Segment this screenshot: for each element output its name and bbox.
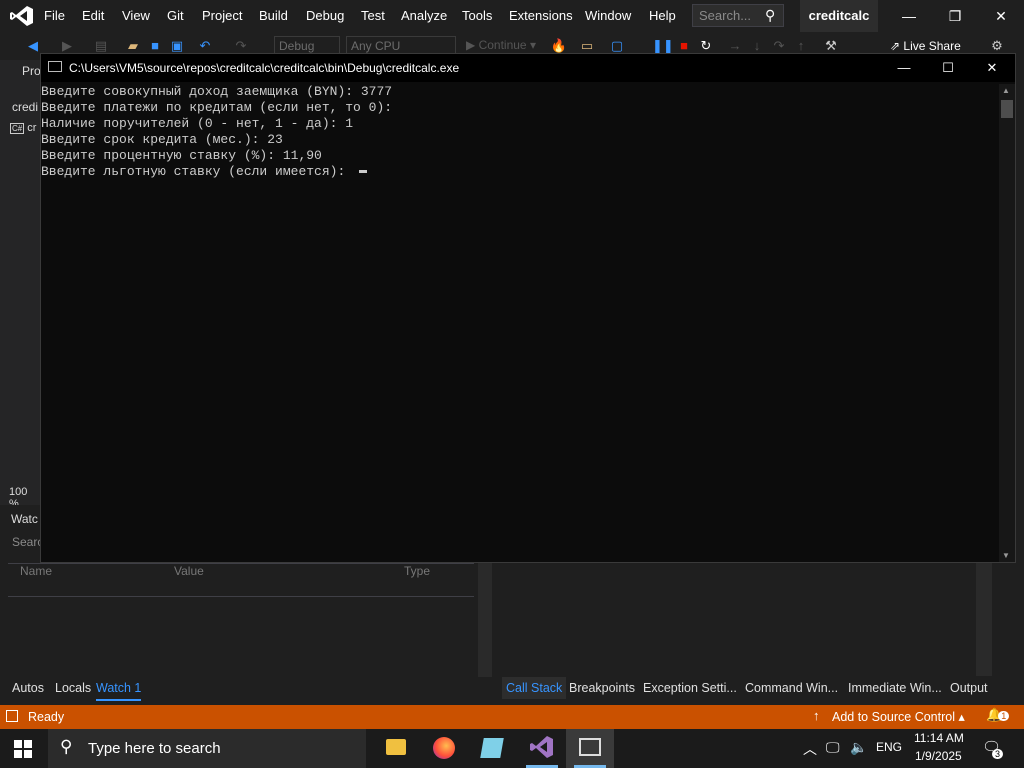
taskbar-search-box[interactable]: ⚲ Type here to search (48, 729, 366, 768)
clock-time[interactable]: 11:14 AM (914, 731, 964, 745)
console-input-line[interactable]: Введите льготную ставку (если имеется): (41, 164, 368, 180)
volume-muted-icon[interactable]: 🔈 (850, 739, 867, 756)
add-to-source-control-button[interactable]: Add to Source Control ▴ (832, 705, 965, 729)
console-taskbar-button[interactable] (566, 729, 614, 768)
console-title: C:\Users\VM5\source\repos\creditcalc\cre… (69, 61, 460, 75)
menu-test[interactable]: Test (361, 0, 385, 32)
watch-col-name[interactable]: Name (20, 564, 52, 578)
search-icon: ⚲ (765, 7, 776, 23)
continue-label: Continue (478, 38, 527, 52)
notepad-icon (480, 738, 504, 758)
watch-scrollbar[interactable] (478, 563, 492, 677)
tab-exception-settings[interactable]: Exception Setti... (643, 677, 737, 699)
scroll-thumb[interactable] (1001, 100, 1013, 118)
live-share-button[interactable]: ⇗ Live Share (890, 39, 961, 53)
status-bar: Ready ↑ Add to Source Control ▴ 🔔1 (0, 705, 1024, 729)
console-app-icon (48, 61, 62, 72)
firefox-icon (433, 737, 455, 759)
watch-search[interactable]: Searc (12, 535, 43, 549)
console-line: Введите платежи по кредитам (если нет, т… (41, 100, 393, 115)
menu-debug[interactable]: Debug (306, 0, 344, 32)
csharp-file-icon: C# (10, 123, 25, 134)
text-cursor (359, 170, 368, 174)
scroll-up-arrow-icon[interactable]: ▲ (1002, 86, 1010, 95)
console-line: Введите процентную ставку (%): 11,90 (41, 148, 322, 163)
continue-button[interactable]: ▶ Continue ▾ (466, 38, 536, 52)
document-tab[interactable]: credi (12, 100, 38, 114)
firefox-taskbar-button[interactable] (420, 729, 468, 768)
notification-bell-icon[interactable]: 🔔1 (986, 707, 1010, 723)
console-scrollbar[interactable]: ▲ ▼ (999, 84, 1015, 562)
menu-help[interactable]: Help (649, 0, 676, 32)
menu-file[interactable]: File (44, 0, 65, 32)
status-icon (6, 710, 18, 722)
file-tab-label: cr (27, 122, 37, 134)
menu-extensions[interactable]: Extensions (509, 0, 573, 32)
taskbar: ⚲ Type here to search ︿ 🖵 🔈 ENG 11:14 AM… (0, 729, 1024, 768)
console-maximize-button[interactable]: ☐ (925, 54, 971, 82)
menu-view[interactable]: View (122, 0, 150, 32)
file-explorer-taskbar-button[interactable] (372, 729, 420, 768)
console-prompt: Введите льготную ставку (если имеется): (41, 164, 354, 179)
menu-build[interactable]: Build (259, 0, 288, 32)
status-text: Ready (28, 710, 65, 724)
language-indicator[interactable]: ENG (876, 740, 902, 754)
search-box[interactable]: Search... ⚲ (692, 4, 784, 27)
console-app-icon (579, 738, 601, 756)
menu-window[interactable]: Window (585, 0, 631, 32)
taskbar-search-placeholder: Type here to search (88, 740, 221, 757)
console-line: Наличие поручителей (0 - нет, 1 - да): 1 (41, 116, 354, 131)
restore-button[interactable]: ❐ (932, 0, 978, 32)
watch-title: Watc (11, 512, 38, 526)
search-icon: ⚲ (60, 737, 73, 756)
notification-count-badge: 3 (992, 749, 1004, 759)
watch-table-header: Name Value Type (8, 563, 474, 597)
visual-studio-taskbar-button[interactable] (518, 729, 566, 768)
menu-tools[interactable]: Tools (462, 0, 492, 32)
visual-studio-icon (530, 735, 554, 762)
watch-col-value[interactable]: Value (174, 564, 204, 578)
menu-project[interactable]: Project (202, 0, 242, 32)
visual-studio-logo-icon[interactable] (10, 5, 34, 27)
file-tab[interactable]: C# cr (10, 122, 36, 134)
clock-date[interactable]: 1/9/2025 (915, 749, 962, 763)
scroll-down-arrow-icon[interactable]: ▼ (1002, 551, 1010, 560)
console-titlebar[interactable]: C:\Users\VM5\source\repos\creditcalc\cre… (41, 54, 1015, 82)
search-placeholder: Search... (699, 8, 752, 23)
tab-immediate-window[interactable]: Immediate Win... (848, 677, 942, 699)
arrow-up-icon: ↑ (813, 708, 820, 723)
close-button[interactable]: ✕ (978, 0, 1024, 32)
console-line: Введите срок кредита (мес.): 23 (41, 132, 283, 147)
tab-locals[interactable]: Locals (55, 677, 91, 699)
tab-watch-1[interactable]: Watch 1 (96, 677, 142, 701)
project-tab[interactable]: Pro (22, 64, 41, 78)
windows-start-icon[interactable] (14, 740, 32, 758)
tab-call-stack[interactable]: Call Stack (502, 677, 567, 699)
tab-output[interactable]: Output (950, 677, 988, 699)
console-minimize-button[interactable]: — (881, 54, 927, 82)
file-explorer-icon (386, 739, 406, 755)
minimize-button[interactable]: — (886, 0, 932, 32)
menu-edit[interactable]: Edit (82, 0, 104, 32)
tab-command-window[interactable]: Command Win... (745, 677, 838, 699)
console-output[interactable]: Введите совокупный доход заемщика (BYN):… (41, 84, 999, 562)
notepad-taskbar-button[interactable] (468, 729, 516, 768)
menu-git[interactable]: Git (167, 0, 184, 32)
live-share-label: Live Share (903, 39, 961, 53)
tab-autos[interactable]: Autos (12, 677, 44, 699)
notification-count: 1 (998, 711, 1010, 721)
source-control-label: Add to Source Control (832, 710, 955, 724)
console-line: Введите совокупный доход заемщика (BYN):… (41, 84, 393, 99)
network-icon[interactable]: 🖵 (826, 739, 840, 756)
console-close-button[interactable]: ✕ (969, 54, 1015, 82)
solution-name: creditcalc (800, 0, 878, 32)
call-stack-scrollbar[interactable] (976, 562, 992, 676)
watch-col-type[interactable]: Type (404, 564, 430, 578)
vs-titlebar: File Edit View Git Project Build Debug T… (0, 0, 1024, 32)
console-window[interactable]: C:\Users\VM5\source\repos\creditcalc\cre… (40, 53, 1016, 563)
menu-analyze[interactable]: Analyze (401, 0, 447, 32)
tab-breakpoints[interactable]: Breakpoints (569, 677, 635, 699)
chevron-up-icon[interactable]: ︿ (803, 739, 817, 759)
